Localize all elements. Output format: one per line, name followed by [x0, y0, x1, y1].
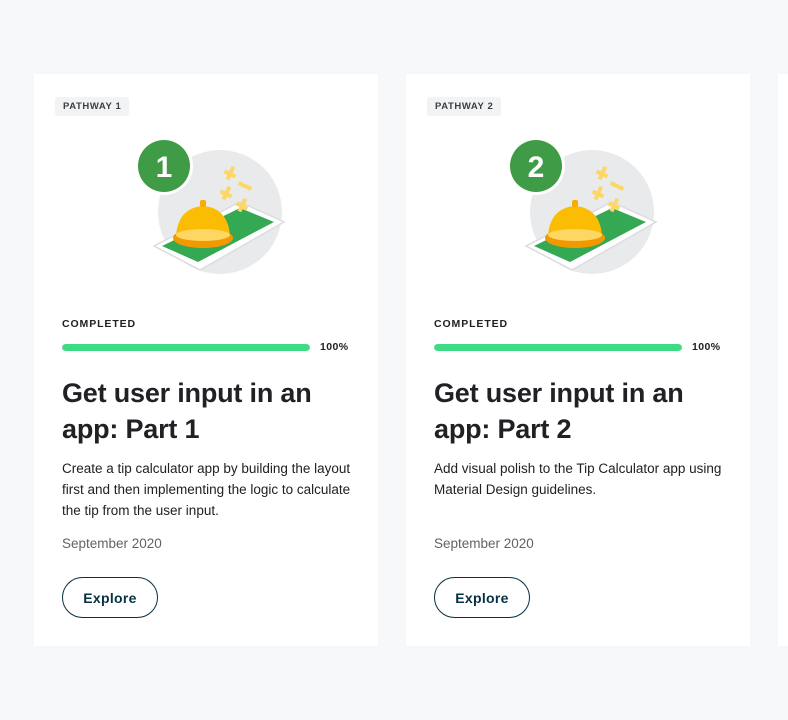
pathway-card: PATHWAY 2 2 COMPLETED 100% Get user inpu… [406, 74, 750, 646]
pathway-card-next[interactable] [778, 74, 788, 646]
pathway-card: PATHWAY 1 1 COMPLETED 100% Get user inpu… [34, 74, 378, 646]
progress-percent: 100% [320, 341, 349, 353]
tip-calculator-illustration: 1 [135, 137, 286, 274]
status-label: COMPLETED [434, 318, 509, 330]
progress-fill [62, 344, 310, 351]
card-date: September 2020 [62, 536, 162, 551]
pathway-badge: PATHWAY 2 [427, 97, 502, 116]
explore-button[interactable]: Explore [434, 577, 530, 618]
progress-percent: 100% [692, 341, 721, 353]
pathway-badge: PATHWAY 1 [55, 97, 130, 116]
card-date: September 2020 [434, 536, 534, 551]
card-description: Create a tip calculator app by building … [62, 461, 351, 518]
card-title: Get user input in an app: Part 1 [62, 378, 312, 444]
progress-bar [62, 344, 310, 351]
pathways-carousel: PATHWAY 1 1 COMPLETED 100% Get user inpu… [0, 0, 788, 720]
status-label: COMPLETED [62, 318, 137, 330]
explore-button[interactable]: Explore [62, 577, 158, 618]
card-description: Add visual polish to the Tip Calculator … [434, 461, 722, 497]
card-title: Get user input in an app: Part 2 [434, 378, 684, 444]
pathway-number: 2 [528, 151, 545, 184]
pathway-number: 1 [156, 151, 173, 184]
progress-fill [434, 344, 682, 351]
progress-bar [434, 344, 682, 351]
tip-calculator-illustration: 2 [507, 137, 658, 274]
